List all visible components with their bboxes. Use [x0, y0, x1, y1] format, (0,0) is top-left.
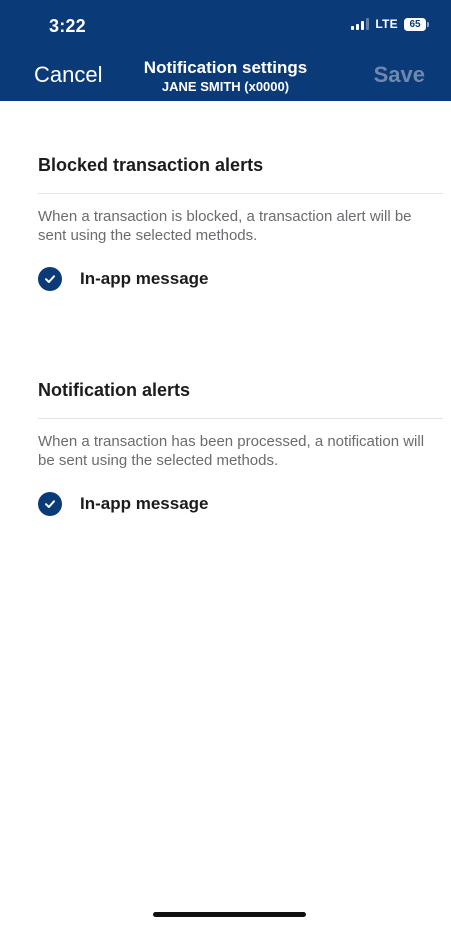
cancel-button[interactable]: Cancel	[34, 62, 102, 88]
home-indicator[interactable]	[153, 912, 306, 917]
section-title: Blocked transaction alerts	[38, 155, 264, 175]
in-app-message-checkbox[interactable]: In-app message	[38, 267, 451, 291]
status-time: 3:22	[49, 16, 86, 36]
option-label: In-app message	[80, 269, 209, 288]
battery-icon: 65	[404, 17, 429, 31]
blocked-transaction-alerts-section: Blocked transaction alerts When a transa…	[0, 153, 451, 291]
notification-settings-screen: 3:22 LTE 65 Cancel Notification settings…	[0, 0, 451, 932]
battery-level: 65	[404, 17, 426, 31]
save-button[interactable]: Save	[374, 62, 425, 88]
section-divider	[38, 193, 443, 194]
option-label: In-app message	[80, 494, 209, 513]
section-description: When a transaction is blocked, a transac…	[38, 208, 412, 244]
in-app-message-checkbox[interactable]: In-app message	[38, 492, 451, 516]
header: 3:22 LTE 65 Cancel Notification settings…	[0, 0, 451, 101]
section-divider	[38, 418, 443, 419]
nav-bar: Cancel Notification settings JANE SMITH …	[0, 52, 451, 101]
account-subtitle: JANE SMITH (x0000)	[161, 79, 290, 94]
checkmark-circle-icon[interactable]	[38, 492, 62, 516]
section-description: When a transaction has been processed, a…	[38, 433, 425, 469]
nav-title-block: Notification settings JANE SMITH (x0000)	[144, 58, 307, 95]
section-title: Notification alerts	[38, 380, 191, 400]
status-bar: 3:22 LTE 65	[0, 0, 451, 52]
notification-alerts-section: Notification alerts When a transaction h…	[0, 378, 451, 516]
network-label: LTE	[375, 17, 398, 31]
status-indicators: LTE 65	[351, 17, 429, 31]
checkmark-circle-icon[interactable]	[38, 267, 62, 291]
signal-icon	[351, 18, 370, 30]
page-title: Notification settings	[143, 58, 308, 77]
